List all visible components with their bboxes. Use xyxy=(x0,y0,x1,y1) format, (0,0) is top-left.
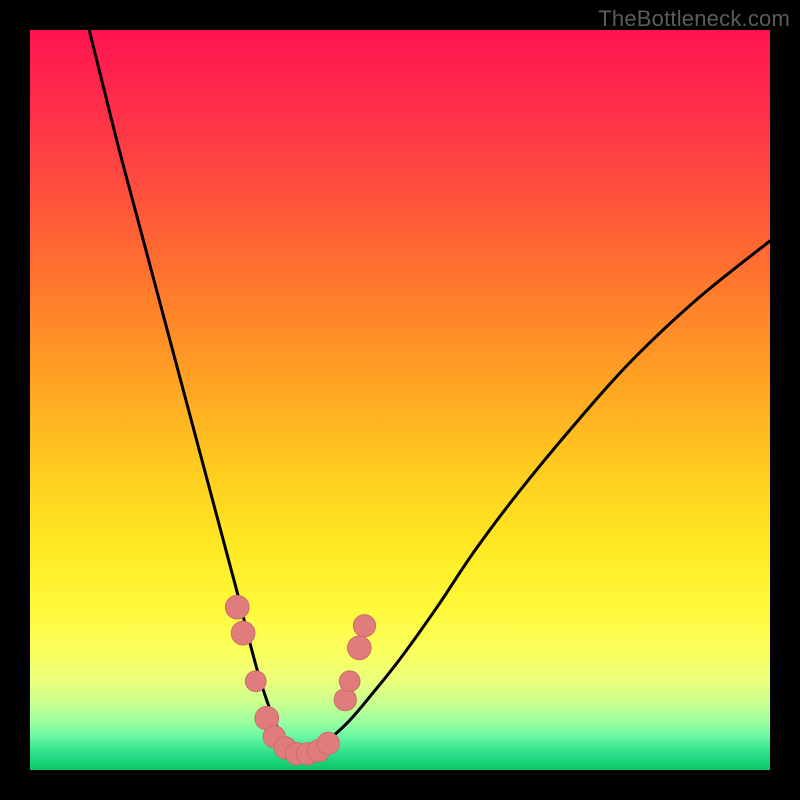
marker-group xyxy=(225,595,375,764)
ideal-marker xyxy=(245,671,266,692)
curve-left-curve xyxy=(89,30,298,755)
ideal-marker xyxy=(317,732,339,754)
chart-svg xyxy=(30,30,770,770)
curve-group xyxy=(89,30,770,755)
curve-right-curve xyxy=(298,241,770,755)
watermark-label: TheBottleneck.com xyxy=(598,6,790,32)
ideal-marker xyxy=(225,595,249,619)
ideal-marker xyxy=(339,671,360,692)
ideal-marker xyxy=(353,615,375,637)
ideal-marker xyxy=(334,689,356,711)
chart-frame xyxy=(30,30,770,770)
ideal-marker xyxy=(231,621,255,645)
ideal-marker xyxy=(347,636,371,660)
